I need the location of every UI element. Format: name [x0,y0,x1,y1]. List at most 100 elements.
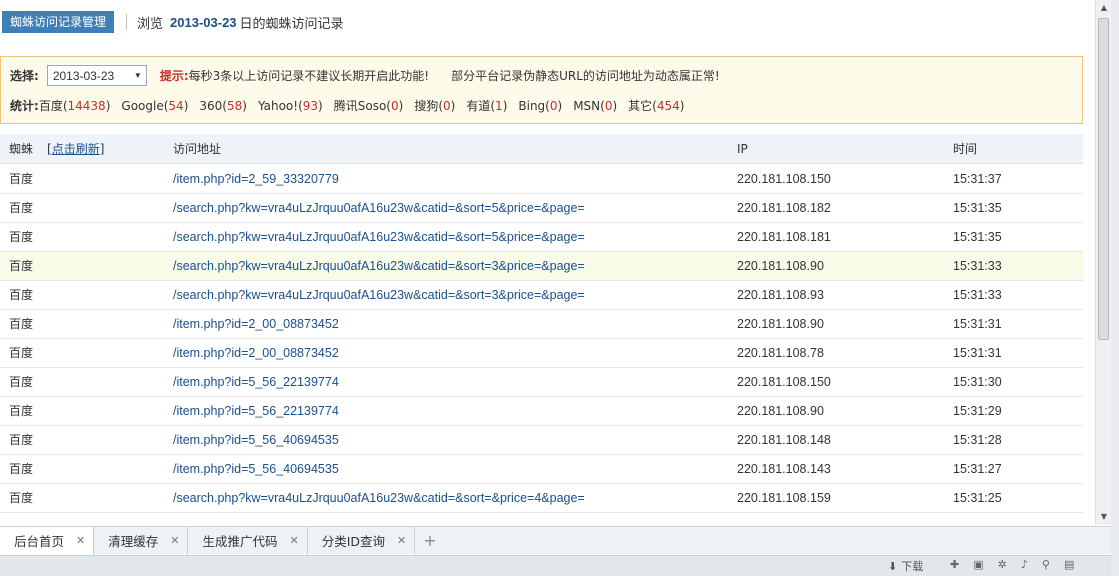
table-row: 百度/item.php?id=5_56_22139774 220.181.108.… [0,368,1083,397]
cell-url-link[interactable]: /search.php?kw=vra4uLzJrquu0afA16u23w&ca… [173,223,585,252]
stat-name: 360 [199,98,223,113]
tab-label: 分类ID查询 [321,534,386,549]
cell-spider: 百度 [9,230,34,244]
stat-name: 腾讯Soso [333,99,387,113]
cell-url-link[interactable]: /item.php?id=2_00_08873452 [173,339,339,368]
col-time-header: 时间 [953,142,978,156]
stat-baidu[interactable]: 百度(14438) [39,97,111,114]
table-row: 百度/search.php?kw=vra4uLzJrquu0afA16u23w&… [0,223,1083,252]
stat-other[interactable]: 其它(454) [628,97,684,114]
page-header: 蜘蛛访问记录管理 浏览 2013-03-23 日的蜘蛛访问记录 [0,10,344,34]
main-content: 蜘蛛访问记录管理 浏览 2013-03-23 日的蜘蛛访问记录 选择: 2013… [0,0,1095,525]
chevron-down-icon: ▼ [133,71,142,80]
cell-ip: 220.181.108.90 [737,317,824,331]
status-bar: ⬇ 下载 ✚ ▣ ✲ ♪ ⚲ ▤ [0,555,1111,576]
select-label: 选择: [10,69,39,83]
page-title-tab[interactable]: 蜘蛛访问记录管理 [2,11,115,33]
table-row: 百度/item.php?id=2_00_08873452 220.181.108.… [0,339,1083,368]
tools-icon[interactable]: ✚ [950,558,959,571]
stat-sogou[interactable]: 搜狗(0) [414,97,455,114]
cell-spider: 百度 [9,346,34,360]
stat-youdao[interactable]: 有道(1) [466,97,507,114]
cell-url-link[interactable]: /item.php?id=2_00_08873452 [173,310,339,339]
refresh-link[interactable]: 点击刷新 [52,142,100,156]
stat-name: Bing [518,98,546,113]
cell-url-link[interactable]: /item.php?id=5_56_40694535 [173,455,339,484]
download-button[interactable]: ⬇ 下载 [888,558,923,574]
tab-1[interactable]: 清理缓存 ✕ [94,526,189,555]
stat-count: 0 [549,98,558,113]
stat-360[interactable]: 360(58) [199,99,247,113]
table-header: 蜘蛛 [点击刷新] 访问地址 IP 时间 [0,134,1083,164]
cell-time: 15:31:28 [953,433,1002,447]
tab-0[interactable]: 后台首页 ✕ [0,526,95,555]
table-row: 百度/item.php?id=2_00_08873452 220.181.108.… [0,310,1083,339]
cell-ip: 220.181.108.90 [737,259,824,273]
speaker-icon[interactable]: ♪ [1021,558,1028,571]
stat-count: 93 [302,98,319,113]
cell-ip: 220.181.108.159 [737,491,831,505]
cell-time: 15:31:31 [953,346,1002,360]
refresh-link-wrap: [点击刷新] [47,142,105,156]
stat-count: 54 [168,98,184,113]
status-icons: ✚ ▣ ✲ ♪ ⚲ ▤ [950,558,1074,571]
close-icon[interactable]: ✕ [289,534,298,547]
table-body: 百度/item.php?id=2_59_33320779 220.181.108.… [0,165,1083,513]
tab-3[interactable]: 分类ID查询 ✕ [308,526,416,555]
tab-label: 清理缓存 [108,534,159,549]
page-subtitle: 浏览 2013-03-23 日的蜘蛛访问记录 [137,13,344,32]
cell-time: 15:31:37 [953,172,1002,186]
cell-url-link[interactable]: /search.php?kw=vra4uLzJrquu0afA16u23w&ca… [173,484,585,513]
window-edge [1111,0,1119,576]
scroll-down-icon[interactable]: ▼ [1098,511,1110,523]
cell-url-link[interactable]: /item.php?id=5_56_22139774 [173,368,339,397]
stat-google[interactable]: Google(54) [121,99,188,113]
stats-label: 统计: [10,99,39,113]
cell-spider: 百度 [9,462,34,476]
plus-icon[interactable]: + [423,531,436,550]
tip-text-secondary: 部分平台记录伪静态URL的访问地址为动态属正常! [451,69,720,83]
stat-bing[interactable]: Bing(0) [518,99,562,113]
scroll-thumb[interactable] [1098,18,1109,340]
stat-name: Google [121,98,164,113]
cell-spider: 百度 [9,375,34,389]
cell-ip: 220.181.108.148 [737,433,831,447]
clipboard-icon[interactable]: ▣ [973,558,983,571]
cell-time: 15:31:30 [953,375,1002,389]
cell-url-link[interactable]: /item.php?id=2_59_33320779 [173,165,339,194]
stat-count: 1 [495,99,503,113]
stat-yahoo[interactable]: Yahoo!(93) [258,99,323,113]
table-row: 百度/search.php?kw=vra4uLzJrquu0afA16u23w&… [0,252,1083,281]
cell-url-link[interactable]: /item.php?id=5_56_40694535 [173,426,339,455]
table-row: 百度/search.php?kw=vra4uLzJrquu0afA16u23w&… [0,194,1083,223]
settings-icon[interactable]: ✲ [998,558,1007,571]
zoom-icon[interactable]: ▤ [1064,558,1074,571]
cell-time: 15:31:33 [953,259,1002,273]
date-select[interactable]: 2013-03-23 ▼ [46,65,147,86]
cell-url-link[interactable]: /search.php?kw=vra4uLzJrquu0afA16u23w&ca… [173,281,585,310]
close-icon[interactable]: ✕ [397,534,406,547]
cell-url-link[interactable]: /search.php?kw=vra4uLzJrquu0afA16u23w&ca… [173,252,585,281]
search-icon[interactable]: ⚲ [1042,558,1050,571]
vertical-scrollbar[interactable]: ▲ ▼ [1095,0,1111,525]
cell-spider: 百度 [9,433,34,447]
close-icon[interactable]: ✕ [76,534,85,547]
cell-spider: 百度 [9,317,34,331]
cell-spider: 百度 [9,172,34,186]
cell-ip: 220.181.108.150 [737,375,831,389]
cell-ip: 220.181.108.182 [737,201,831,215]
close-icon[interactable]: ✕ [170,534,179,547]
download-label: 下载 [901,560,924,573]
date-select-value: 2013-03-23 [52,68,115,83]
cell-ip: 220.181.108.78 [737,346,824,360]
cell-url-link[interactable]: /item.php?id=5_56_22139774 [173,397,339,426]
scroll-up-icon[interactable]: ▲ [1098,2,1110,14]
stat-msn[interactable]: MSN(0) [573,99,617,113]
bottom-tab-bar: 后台首页 ✕ 清理缓存 ✕ 生成推广代码 ✕ 分类ID查询 ✕ + [0,526,1111,555]
cell-url-link[interactable]: /search.php?kw=vra4uLzJrquu0afA16u23w&ca… [173,194,585,223]
tab-2[interactable]: 生成推广代码 ✕ [188,526,308,555]
cell-spider: 百度 [9,404,34,418]
cell-time: 15:31:27 [953,462,1002,476]
cell-ip: 220.181.108.143 [737,462,831,476]
stat-soso[interactable]: 腾讯Soso(0) [334,97,404,114]
